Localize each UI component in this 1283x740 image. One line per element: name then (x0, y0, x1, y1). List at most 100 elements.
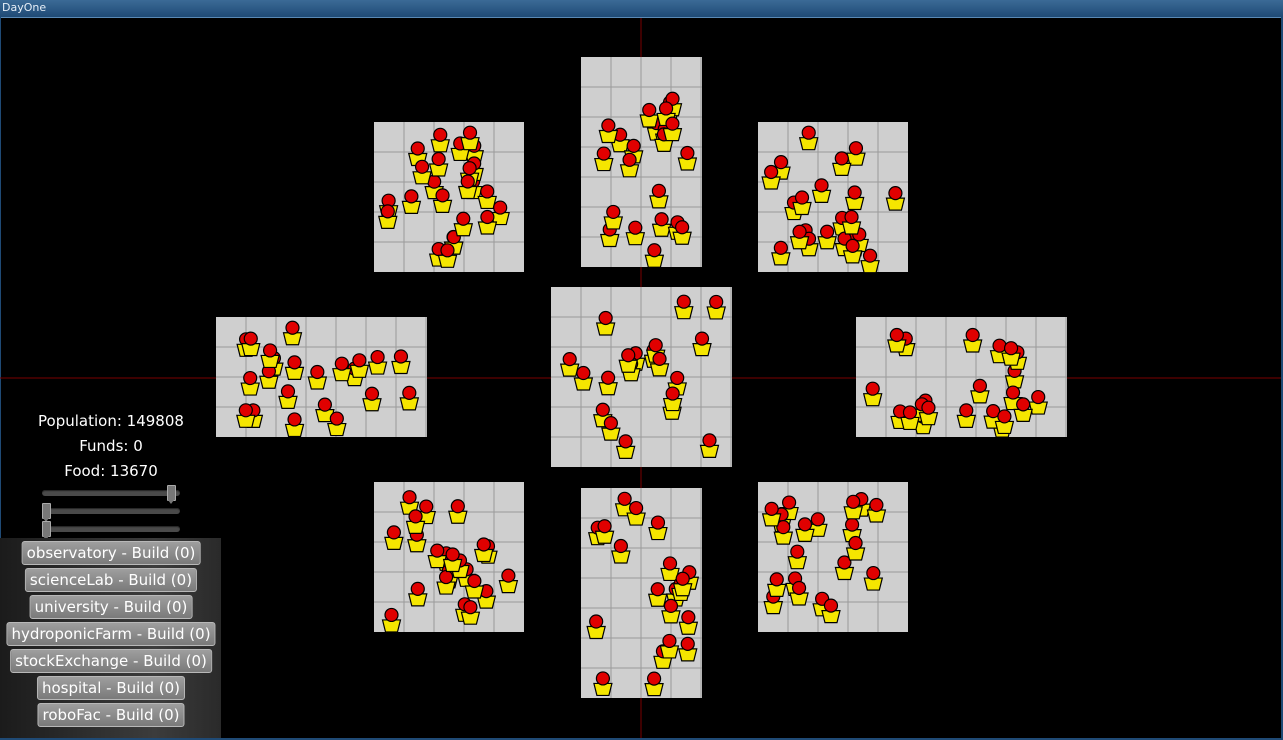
zone-north-east[interactable] (758, 122, 908, 274)
citizen-head (463, 600, 478, 615)
citizen-head (329, 411, 344, 426)
citizen-marker (699, 433, 720, 458)
citizen-marker (362, 386, 382, 412)
citizen-head (862, 248, 878, 263)
citizen-head (801, 125, 816, 140)
citizen-head (797, 517, 813, 532)
citizen-marker (787, 544, 808, 570)
citizen-marker (282, 320, 303, 346)
build-panel: observatory - Build (0) scienceLab - Bui… (0, 538, 221, 738)
citizen-head (501, 568, 516, 583)
citizen-head (410, 141, 425, 156)
slider-2-handle[interactable] (42, 503, 51, 522)
citizen-marker (460, 125, 480, 151)
citizen-head (665, 386, 680, 401)
citizen-head (380, 204, 395, 219)
citizen-head (595, 671, 611, 686)
citizen-head (846, 494, 861, 509)
citizen-marker (766, 572, 787, 597)
citizen-head (992, 338, 1007, 353)
build-robofac-button[interactable]: roboFac - Build (0) (37, 703, 185, 727)
citizen-head (352, 353, 367, 368)
citizen-head (440, 243, 455, 258)
citizen-head (601, 370, 616, 385)
build-stockexchange-button[interactable]: stockExchange - Build (0) (10, 649, 212, 673)
slider-3-handle[interactable] (42, 521, 51, 540)
citizen-head (959, 403, 974, 418)
slider-3[interactable] (42, 521, 180, 540)
citizen-marker (477, 184, 497, 210)
citizen-head (430, 543, 445, 558)
citizen-head (462, 125, 478, 140)
citizen-head (648, 338, 663, 353)
zone-west[interactable] (216, 317, 427, 438)
citizen-marker (381, 607, 402, 633)
zone-south[interactable] (581, 488, 702, 698)
citizen-marker (672, 571, 693, 597)
citizen-head (1031, 389, 1046, 405)
citizen-head (402, 490, 417, 505)
citizen-marker (639, 102, 660, 128)
citizen-marker (789, 224, 810, 250)
citizen-marker (625, 220, 646, 246)
citizen-marker (887, 327, 907, 353)
citizen-head (650, 582, 665, 597)
citizen-marker (677, 145, 698, 171)
citizen-marker (846, 141, 866, 166)
citizen-marker (692, 331, 712, 357)
citizen-marker (598, 118, 619, 144)
citizen-head (408, 509, 423, 524)
citizen-marker (1013, 397, 1033, 422)
citizen-marker (845, 535, 866, 561)
citizen-head (847, 185, 862, 200)
citizen-head (598, 310, 613, 326)
slider-2[interactable] (42, 503, 180, 522)
slider-1[interactable] (42, 485, 180, 504)
citizen-head (642, 102, 657, 118)
build-observatory-button[interactable]: observatory - Build (0) (21, 541, 201, 565)
citizen-head (865, 381, 880, 396)
citizen-marker (236, 403, 256, 428)
citizen-marker (559, 352, 580, 377)
citizen-head (622, 152, 637, 167)
citizen-head (334, 356, 349, 371)
citizen-marker (798, 125, 819, 151)
zone-north[interactable] (581, 57, 702, 268)
citizen-marker (464, 573, 485, 599)
zone-south-east[interactable] (758, 482, 908, 632)
citizen-marker (651, 212, 672, 237)
build-hydroponicfarm-button[interactable]: hydroponicFarm - Build (0) (6, 622, 216, 646)
build-sciencelab-button[interactable]: scienceLab - Build (0) (24, 568, 198, 592)
citizen-head (972, 378, 988, 393)
zone-south-west[interactable] (374, 482, 524, 633)
citizen-head (596, 146, 611, 161)
citizen-head (287, 412, 302, 427)
food-label: Food: 13670 (64, 462, 158, 480)
citizen-marker (477, 209, 498, 235)
citizen-marker (626, 500, 646, 526)
citizen-head (791, 580, 807, 596)
citizen-head (794, 190, 810, 205)
build-hospital-button[interactable]: hospital - Build (0) (36, 676, 186, 700)
window-titlebar: DayOne (0, 0, 1283, 18)
citizen-head (680, 145, 695, 161)
citizen-head (402, 385, 417, 400)
citizen-head (845, 517, 860, 532)
citizen-head (589, 614, 604, 629)
build-university-button[interactable]: university - Build (0) (29, 595, 193, 619)
citizen-marker (603, 204, 624, 230)
citizen-head (681, 610, 696, 625)
citizen-head (844, 209, 859, 225)
citizen-head (866, 565, 881, 581)
citizen-marker (844, 185, 865, 211)
citizen-marker (706, 294, 726, 320)
zone-north-west[interactable] (374, 122, 524, 272)
citizen-marker (659, 633, 680, 659)
slider-1-handle[interactable] (167, 485, 176, 504)
citizen-marker (427, 543, 448, 569)
zone-east[interactable] (856, 317, 1067, 438)
zone-center[interactable] (551, 287, 732, 467)
citizen-marker (405, 509, 426, 535)
citizen-head (603, 416, 618, 431)
citizen-head (662, 633, 677, 649)
